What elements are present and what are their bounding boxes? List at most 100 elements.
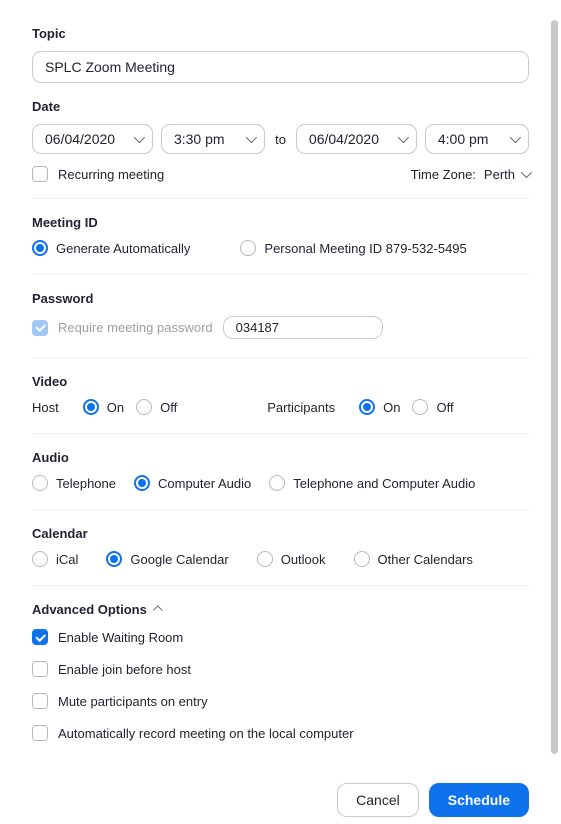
chevron-down-icon (510, 132, 521, 143)
telephone-label: Telephone (56, 476, 116, 491)
timezone-group: Time Zone: Perth (411, 167, 529, 182)
recurring-row: Recurring meeting Time Zone: Perth (32, 166, 529, 182)
divider (32, 357, 529, 358)
waiting-room-checkbox[interactable] (32, 629, 48, 645)
participants-video-group: Participants On Off (267, 399, 453, 415)
auto-record-label: Automatically record meeting on the loca… (58, 726, 354, 741)
participants-off-option[interactable]: Off (412, 399, 453, 415)
advanced-section: Advanced Options Enable Waiting Room Ena… (32, 602, 529, 747)
generate-auto-option[interactable]: Generate Automatically (32, 240, 190, 256)
mute-entry-checkbox[interactable] (32, 693, 48, 709)
google-calendar-label: Google Calendar (130, 552, 228, 567)
end-date-select[interactable]: 06/04/2020 (296, 124, 417, 154)
computer-audio-option[interactable]: Computer Audio (134, 475, 251, 491)
auto-record-checkbox[interactable] (32, 725, 48, 741)
chevron-down-icon (398, 132, 409, 143)
host-off-radio (136, 399, 152, 415)
divider (32, 509, 529, 510)
timezone-select[interactable]: Perth (484, 167, 529, 182)
computer-audio-radio (134, 475, 150, 491)
ical-radio (32, 551, 48, 567)
chevron-up-icon (153, 605, 163, 615)
chevron-down-icon (521, 167, 532, 178)
telephone-radio (32, 475, 48, 491)
participants-off-label: Off (436, 400, 453, 415)
schedule-button[interactable]: Schedule (429, 783, 529, 817)
topic-section: Topic (32, 26, 529, 83)
end-date-value: 06/04/2020 (309, 131, 379, 147)
password-section: Password Require meeting password (32, 291, 529, 339)
participants-on-option[interactable]: On (359, 399, 400, 415)
footer: Cancel Schedule (32, 783, 529, 817)
divider (32, 198, 529, 199)
scrollbar-thumb[interactable] (551, 20, 558, 754)
personal-id-option[interactable]: Personal Meeting ID 879-532-5495 (240, 240, 466, 256)
other-calendars-label: Other Calendars (378, 552, 473, 567)
recurring-checkbox-group: Recurring meeting (32, 166, 164, 182)
video-label: Video (32, 374, 529, 389)
host-label: Host (32, 400, 59, 415)
audio-options: Telephone Computer Audio Telephone and C… (32, 475, 529, 491)
generate-auto-radio (32, 240, 48, 256)
host-on-option[interactable]: On (83, 399, 124, 415)
join-before-label: Enable join before host (58, 662, 191, 677)
topic-input[interactable] (32, 51, 529, 83)
telephone-option[interactable]: Telephone (32, 475, 116, 491)
require-password-label: Require meeting password (58, 320, 213, 335)
scrollbar-track[interactable] (551, 20, 558, 754)
advanced-options-toggle[interactable]: Advanced Options (32, 602, 529, 617)
waiting-room-row: Enable Waiting Room (32, 629, 529, 645)
require-password-checkbox (32, 320, 48, 336)
cancel-button[interactable]: Cancel (337, 783, 419, 817)
to-label: to (275, 132, 286, 147)
participants-on-label: On (383, 400, 400, 415)
host-off-label: Off (160, 400, 177, 415)
video-row: Host On Off Participants On Off (32, 399, 529, 415)
ical-option[interactable]: iCal (32, 551, 78, 567)
date-label: Date (32, 99, 529, 114)
mute-entry-row: Mute participants on entry (32, 693, 529, 709)
other-calendars-radio (354, 551, 370, 567)
generate-auto-label: Generate Automatically (56, 241, 190, 256)
host-video-group: Host On Off (32, 399, 177, 415)
other-calendars-option[interactable]: Other Calendars (354, 551, 473, 567)
start-time-value: 3:30 pm (174, 131, 225, 147)
participants-label: Participants (267, 400, 335, 415)
date-section: Date 06/04/2020 3:30 pm to 06/04/2020 4:… (32, 99, 529, 182)
participants-off-radio (412, 399, 428, 415)
advanced-options-list: Enable Waiting Room Enable join before h… (32, 629, 529, 747)
start-date-select[interactable]: 06/04/2020 (32, 124, 153, 154)
calendar-options: iCal Google Calendar Outlook Other Calen… (32, 551, 529, 567)
both-audio-label: Telephone and Computer Audio (293, 476, 475, 491)
personal-id-radio (240, 240, 256, 256)
divider (32, 274, 529, 275)
outlook-label: Outlook (281, 552, 326, 567)
ical-label: iCal (56, 552, 78, 567)
personal-id-label: Personal Meeting ID 879-532-5495 (264, 241, 466, 256)
join-before-checkbox[interactable] (32, 661, 48, 677)
google-calendar-option[interactable]: Google Calendar (106, 551, 228, 567)
host-off-option[interactable]: Off (136, 399, 177, 415)
chevron-down-icon (134, 132, 145, 143)
audio-label: Audio (32, 450, 529, 465)
end-time-select[interactable]: 4:00 pm (425, 124, 529, 154)
date-row: 06/04/2020 3:30 pm to 06/04/2020 4:00 pm (32, 124, 529, 154)
start-time-select[interactable]: 3:30 pm (161, 124, 265, 154)
password-input[interactable] (223, 316, 383, 339)
outlook-radio (257, 551, 273, 567)
both-audio-option[interactable]: Telephone and Computer Audio (269, 475, 475, 491)
password-label: Password (32, 291, 529, 306)
recurring-checkbox[interactable] (32, 166, 48, 182)
host-on-label: On (107, 400, 124, 415)
timezone-label: Time Zone: (411, 167, 476, 182)
calendar-section: Calendar iCal Google Calendar Outlook Ot… (32, 526, 529, 567)
host-on-radio (83, 399, 99, 415)
auto-record-row: Automatically record meeting on the loca… (32, 725, 529, 741)
advanced-label: Advanced Options (32, 602, 147, 617)
participants-on-radio (359, 399, 375, 415)
outlook-option[interactable]: Outlook (257, 551, 326, 567)
computer-audio-label: Computer Audio (158, 476, 251, 491)
meeting-id-section: Meeting ID Generate Automatically Person… (32, 215, 529, 256)
join-before-row: Enable join before host (32, 661, 529, 677)
divider (32, 433, 529, 434)
